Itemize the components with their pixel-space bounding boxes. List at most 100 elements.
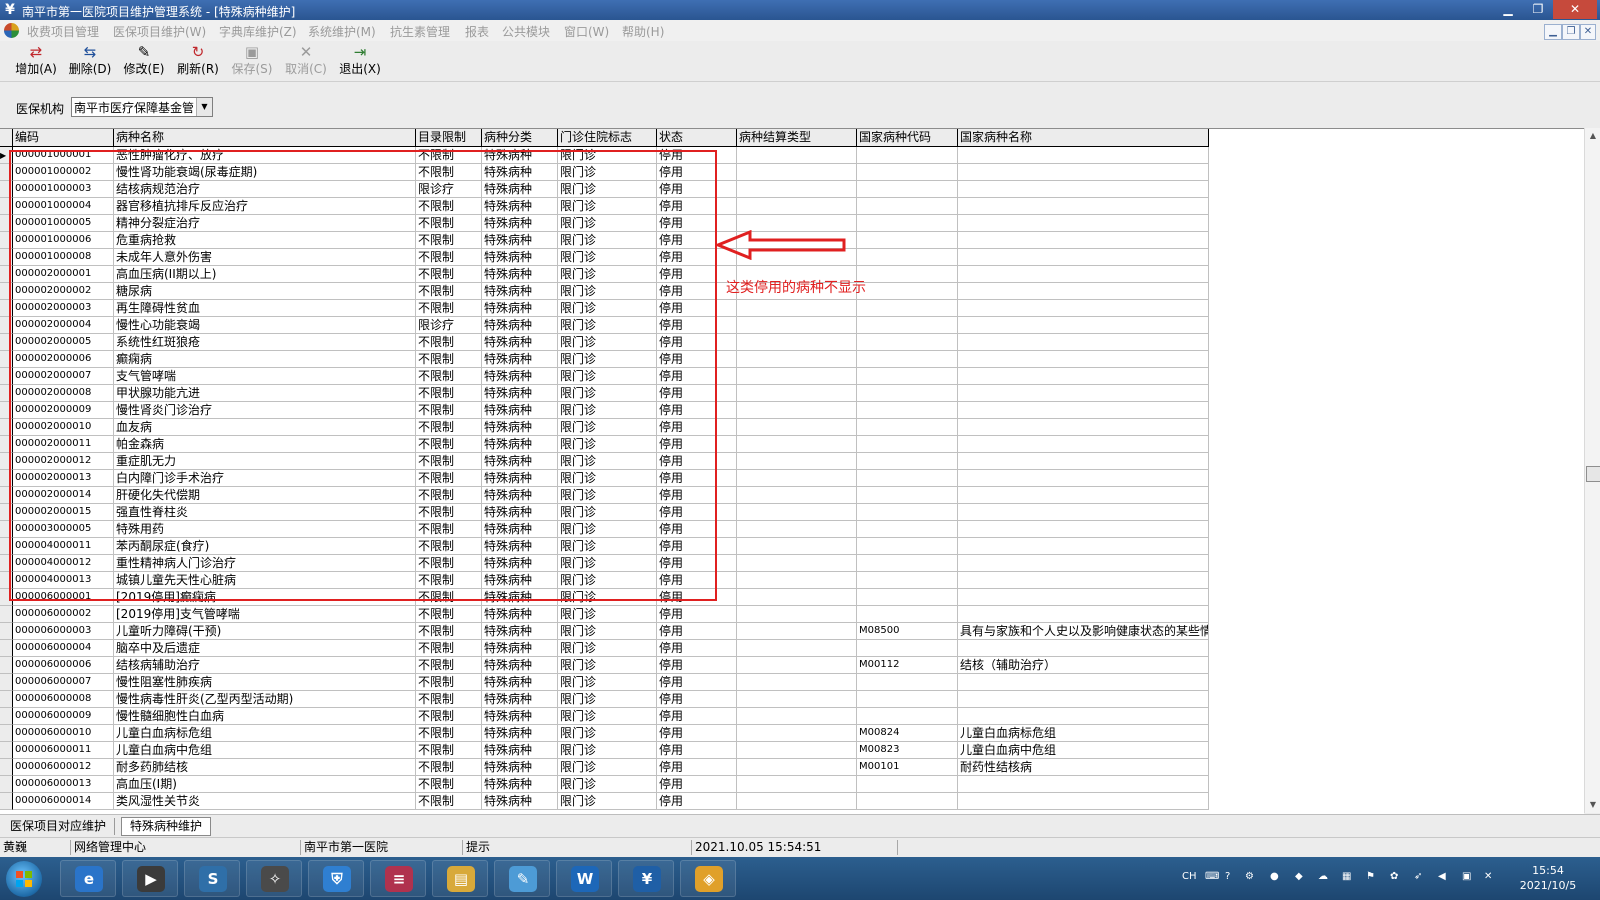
cell-catalog-limit[interactable]: 不限制	[416, 742, 482, 759]
cell-national-code[interactable]	[857, 691, 958, 708]
cell-settlement-type[interactable]	[737, 164, 857, 181]
cell-disease-name[interactable]: 儿童白血病中危组	[114, 742, 416, 759]
table-row[interactable]: 000002000013 白内障门诊手术治疗 不限制 特殊病种 限门诊 停用	[0, 470, 1209, 487]
cell-disease-category[interactable]: 特殊病种	[482, 334, 558, 351]
cell-national-name[interactable]: 儿童白血病中危组	[958, 742, 1209, 759]
cell-settlement-type[interactable]	[737, 623, 857, 640]
cell-disease-category[interactable]: 特殊病种	[482, 300, 558, 317]
cell-code[interactable]: 000002000004	[13, 317, 114, 334]
table-row[interactable]: 000006000006 结核病辅助治疗 不限制 特殊病种 限门诊 停用 M00112 结核（…	[0, 657, 1209, 674]
cell-settlement-type[interactable]	[737, 793, 857, 810]
cell-disease-name[interactable]: 系统性红斑狼疮	[114, 334, 416, 351]
row-indicator[interactable]	[0, 589, 13, 606]
cell-catalog-limit[interactable]: 不限制	[416, 453, 482, 470]
cell-settlement-type[interactable]	[737, 776, 857, 793]
minimize-icon[interactable]: ▁	[1493, 0, 1523, 19]
cell-outpatient-flag[interactable]: 限门诊	[558, 334, 657, 351]
cell-settlement-type[interactable]	[737, 368, 857, 385]
cell-code[interactable]: 000001000002	[13, 164, 114, 181]
tray-shield-icon[interactable]: ◆	[1295, 871, 1303, 882]
cell-disease-category[interactable]: 特殊病种	[482, 147, 558, 164]
cell-outpatient-flag[interactable]: 限门诊	[558, 300, 657, 317]
cell-national-name[interactable]	[958, 181, 1209, 198]
cell-national-name[interactable]	[958, 147, 1209, 164]
menu-reports[interactable]: 报表	[465, 23, 489, 40]
cell-disease-category[interactable]: 特殊病种	[482, 232, 558, 249]
cell-national-code[interactable]	[857, 300, 958, 317]
cell-disease-category[interactable]: 特殊病种	[482, 368, 558, 385]
table-row[interactable]: 000002000010 血友病 不限制 特殊病种 限门诊 停用	[0, 419, 1209, 436]
cell-code[interactable]: 000002000010	[13, 419, 114, 436]
cell-disease-category[interactable]: 特殊病种	[482, 674, 558, 691]
cell-settlement-type[interactable]	[737, 725, 857, 742]
cell-catalog-limit[interactable]: 不限制	[416, 215, 482, 232]
cell-disease-name[interactable]: 慢性肾功能衰竭(尿毒症期)	[114, 164, 416, 181]
cell-national-name[interactable]	[958, 589, 1209, 606]
refresh-button[interactable]: ↻ 刷新(R)	[172, 43, 224, 79]
column-header-status[interactable]: 状态	[657, 129, 737, 146]
table-row[interactable]: 000002000001 高血压病(II期以上) 不限制 特殊病种 限门诊 停用	[0, 266, 1209, 283]
cell-catalog-limit[interactable]: 不限制	[416, 555, 482, 572]
row-indicator[interactable]	[0, 674, 13, 691]
cell-catalog-limit[interactable]: 不限制	[416, 725, 482, 742]
cell-status[interactable]: 停用	[657, 266, 737, 283]
cell-status[interactable]: 停用	[657, 538, 737, 555]
cell-catalog-limit[interactable]: 不限制	[416, 521, 482, 538]
cell-status[interactable]: 停用	[657, 334, 737, 351]
cell-code[interactable]: 000002000015	[13, 504, 114, 521]
row-indicator[interactable]	[0, 708, 13, 725]
taskbar-w-app-button[interactable]: W	[556, 860, 612, 897]
cell-catalog-limit[interactable]: 不限制	[416, 708, 482, 725]
taskbar-notepad-button[interactable]: ✎	[494, 860, 550, 897]
menu-help[interactable]: 帮助(H)	[622, 23, 664, 40]
row-indicator[interactable]	[0, 793, 13, 810]
cell-status[interactable]: 停用	[657, 487, 737, 504]
cell-status[interactable]: 停用	[657, 351, 737, 368]
cell-settlement-type[interactable]	[737, 504, 857, 521]
table-row[interactable]: 000002000011 帕金森病 不限制 特殊病种 限门诊 停用	[0, 436, 1209, 453]
table-row[interactable]: 000002000004 慢性心功能衰竭 限诊疗 特殊病种 限门诊 停用	[0, 317, 1209, 334]
cell-settlement-type[interactable]	[737, 521, 857, 538]
row-indicator[interactable]	[0, 606, 13, 623]
cell-outpatient-flag[interactable]: 限门诊	[558, 453, 657, 470]
cell-disease-category[interactable]: 特殊病种	[482, 164, 558, 181]
table-row[interactable]: 000006000007 慢性阻塞性肺疾病 不限制 特殊病种 限门诊 停用	[0, 674, 1209, 691]
cell-national-code[interactable]	[857, 215, 958, 232]
cell-national-name[interactable]	[958, 164, 1209, 181]
cell-status[interactable]: 停用	[657, 419, 737, 436]
cell-catalog-limit[interactable]: 不限制	[416, 674, 482, 691]
cell-disease-name[interactable]: 慢性心功能衰竭	[114, 317, 416, 334]
row-indicator[interactable]	[0, 436, 13, 453]
cell-disease-name[interactable]: 慢性髓细胞性白血病	[114, 708, 416, 725]
cell-status[interactable]: 停用	[657, 708, 737, 725]
cell-disease-name[interactable]: 未成年人意外伤害	[114, 249, 416, 266]
taskbar-clock[interactable]: 15:54 2021/10/5	[1500, 863, 1596, 893]
cell-catalog-limit[interactable]: 不限制	[416, 589, 482, 606]
cell-disease-name[interactable]: 类风湿性关节炎	[114, 793, 416, 810]
cell-code[interactable]: 000002000014	[13, 487, 114, 504]
cell-national-name[interactable]	[958, 368, 1209, 385]
cell-national-code[interactable]	[857, 521, 958, 538]
cell-status[interactable]: 停用	[657, 606, 737, 623]
row-indicator[interactable]	[0, 759, 13, 776]
cell-status[interactable]: 停用	[657, 147, 737, 164]
mdi-restore-icon[interactable]: ❐	[1562, 24, 1580, 40]
cell-national-name[interactable]	[958, 640, 1209, 657]
tray-arrow-icon[interactable]: ➶	[1414, 871, 1422, 882]
cell-disease-name[interactable]: 结核病规范治疗	[114, 181, 416, 198]
row-indicator[interactable]	[0, 623, 13, 640]
cell-status[interactable]: 停用	[657, 759, 737, 776]
table-row[interactable]: 000006000004 脑卒中及后遗症 不限制 特殊病种 限门诊 停用	[0, 640, 1209, 657]
table-row[interactable]: 000002000007 支气管哮喘 不限制 特殊病种 限门诊 停用	[0, 368, 1209, 385]
cell-disease-name[interactable]: 慢性阻塞性肺疾病	[114, 674, 416, 691]
row-indicator[interactable]	[0, 419, 13, 436]
cell-national-name[interactable]	[958, 691, 1209, 708]
row-indicator[interactable]	[0, 470, 13, 487]
cell-status[interactable]: 停用	[657, 368, 737, 385]
cell-national-code[interactable]	[857, 385, 958, 402]
cell-national-name[interactable]	[958, 215, 1209, 232]
save-button[interactable]: ▣ 保存(S)	[226, 43, 278, 79]
cell-outpatient-flag[interactable]: 限门诊	[558, 674, 657, 691]
cell-disease-name[interactable]: 慢性病毒性肝炎(乙型丙型活动期)	[114, 691, 416, 708]
cell-outpatient-flag[interactable]: 限门诊	[558, 487, 657, 504]
